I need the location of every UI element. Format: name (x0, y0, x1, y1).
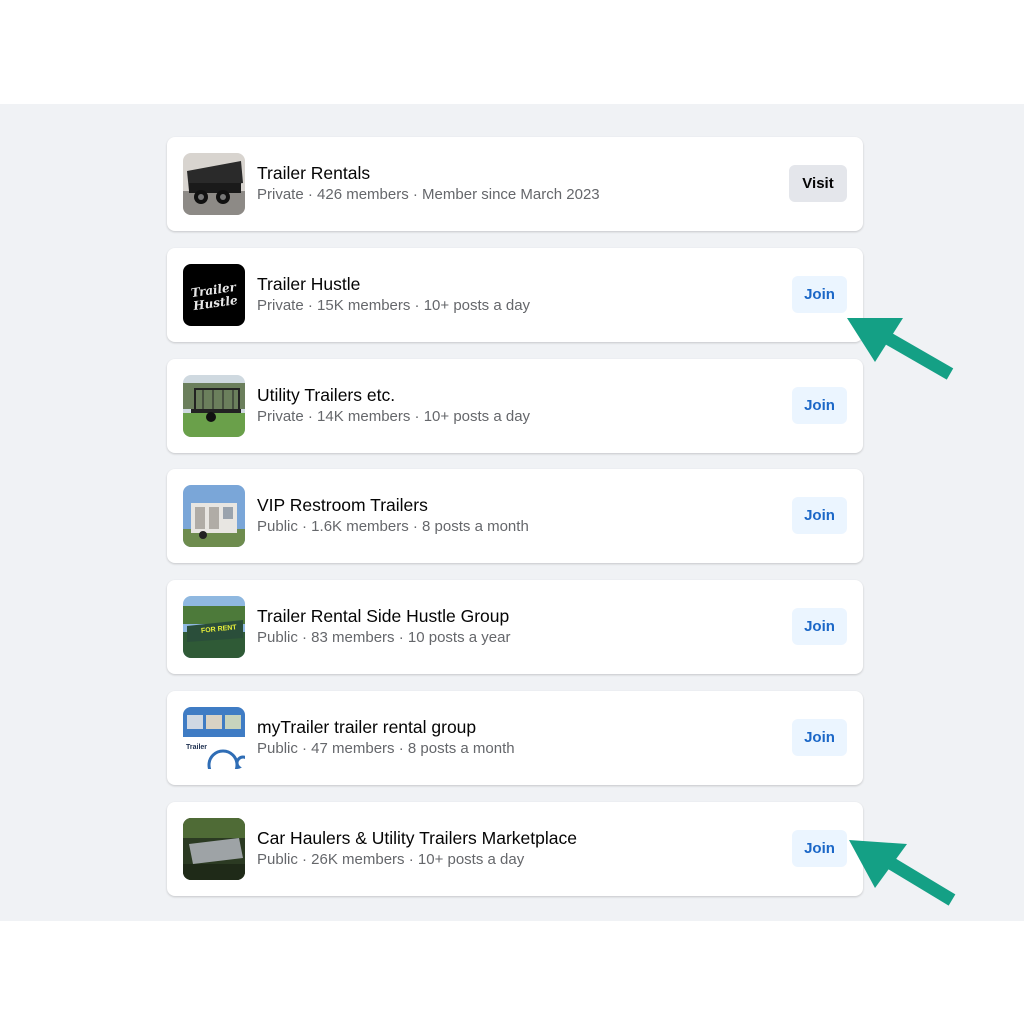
arrow-pointer-icon (849, 840, 956, 906)
join-button[interactable]: Join (792, 386, 847, 424)
group-thumbnail[interactable]: Trailer (183, 706, 245, 769)
group-thumbnail[interactable]: FOR RENT (183, 596, 245, 659)
join-button[interactable]: Join (792, 608, 847, 646)
group-text: myTrailer trailer rental group Public · … (257, 716, 515, 759)
group-card-utility-trailers[interactable]: Utility Trailers etc. Private · 14K memb… (167, 358, 863, 453)
utility-trailer-photo-icon (183, 374, 245, 437)
group-text: Car Haulers & Utility Trailers Marketpla… (257, 827, 577, 870)
group-meta: Private · 14K members · 10+ posts a day (257, 407, 531, 425)
group-thumbnail[interactable] (183, 153, 245, 215)
group-name[interactable]: VIP Restroom Trailers (257, 494, 529, 516)
svg-text:Trailer: Trailer (186, 744, 207, 751)
group-meta: Public · 83 members · 10 posts a year (257, 629, 511, 647)
group-card-vip-restroom-trailers[interactable]: VIP Restroom Trailers Public · 1.6K memb… (167, 469, 863, 564)
group-thumbnail[interactable] (183, 485, 245, 548)
for-rent-trailer-photo-icon: FOR RENT (183, 596, 245, 659)
visit-button[interactable]: Visit (789, 165, 847, 202)
group-card-trailer-rentals[interactable]: Trailer Rentals Private · 426 members · … (167, 137, 863, 231)
group-name[interactable]: Trailer Rentals (257, 162, 600, 184)
group-card-mytrailer[interactable]: Trailer myTrailer trailer rental group P… (167, 690, 863, 785)
group-text: Trailer Rentals Private · 426 members · … (257, 162, 600, 205)
join-button[interactable]: Join (792, 718, 847, 756)
page: Trailer Rentals Private · 426 members · … (0, 0, 1024, 1024)
group-name[interactable]: Trailer Hustle (257, 273, 530, 295)
mytrailer-logo: Trailer (183, 706, 245, 769)
group-meta: Private · 426 members · Member since Mar… (257, 186, 600, 203)
join-button[interactable]: Join (792, 275, 847, 313)
group-meta: Private · 15K members · 10+ posts a day (257, 296, 531, 314)
group-meta: Public · 1.6K members · 8 posts a month (257, 518, 529, 536)
group-card-car-haulers[interactable]: Car Haulers & Utility Trailers Marketpla… (167, 801, 863, 896)
group-name[interactable]: myTrailer trailer rental group (257, 716, 515, 738)
group-name[interactable]: Car Haulers & Utility Trailers Marketpla… (257, 827, 577, 849)
arrow-pointer-icon (847, 318, 954, 380)
group-card-trailer-hustle[interactable]: Trailer Hustle Trailer Hustle Private · … (167, 247, 863, 342)
group-name[interactable]: Trailer Rental Side Hustle Group (257, 605, 510, 627)
group-text: Trailer Rental Side Hustle Group Public … (257, 605, 510, 648)
trailer-hustle-logo: Trailer Hustle (183, 263, 245, 326)
group-name[interactable]: Utility Trailers etc. (257, 384, 530, 406)
restroom-trailer-photo-icon (183, 485, 245, 548)
group-text: VIP Restroom Trailers Public · 1.6K memb… (257, 494, 529, 537)
join-button[interactable]: Join (792, 497, 847, 535)
group-meta: Public · 47 members · 8 posts a month (257, 739, 515, 757)
trailer-photo-icon (183, 153, 245, 215)
group-thumbnail[interactable] (183, 817, 245, 880)
car-hauler-photo-icon (183, 817, 245, 880)
group-text: Utility Trailers etc. Private · 14K memb… (257, 384, 530, 427)
group-meta: Public · 26K members · 10+ posts a day (257, 850, 525, 868)
group-thumbnail[interactable]: Trailer Hustle (183, 263, 245, 326)
group-text: Trailer Hustle Private · 15K members · 1… (257, 273, 530, 316)
group-list: Trailer Rentals Private · 426 members · … (167, 137, 863, 913)
group-card-side-hustle-group[interactable]: FOR RENT Trailer Rental Side Hustle Grou… (167, 580, 863, 675)
group-thumbnail[interactable] (183, 374, 245, 437)
join-button[interactable]: Join (792, 829, 847, 867)
